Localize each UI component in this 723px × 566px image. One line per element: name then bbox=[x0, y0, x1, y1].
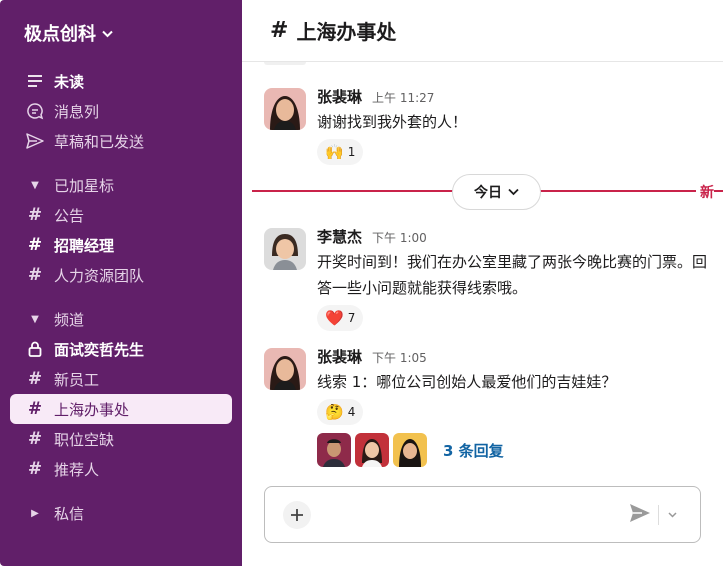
lock-icon bbox=[24, 341, 46, 357]
hash-icon: # bbox=[27, 235, 43, 255]
reaction-count: 4 bbox=[347, 405, 356, 419]
message-text: 线索 1：哪位公司创始人最爱他们的吉娃娃？ bbox=[317, 373, 617, 391]
hash-icon: # bbox=[27, 429, 43, 449]
timestamp[interactable]: 下午 1:00 bbox=[372, 229, 427, 246]
section-label: 已加星标 bbox=[54, 176, 115, 195]
workspace-name: 极点创科 bbox=[24, 24, 96, 45]
thinking-emoji-icon: 🤔 bbox=[325, 403, 344, 421]
hash-icon: # bbox=[27, 369, 43, 389]
sidebar-item-drafts[interactable]: 草稿和已发送 bbox=[10, 126, 232, 156]
reply-count-link[interactable]: 3 条回复 bbox=[443, 440, 504, 461]
caret-down-icon: ▼ bbox=[31, 313, 39, 325]
message-text: 开奖时间到！我们在办公室里藏了两张今晚比赛的门票。回答一些小问题就能获得线索哦。 bbox=[317, 253, 708, 297]
add-attachment-button[interactable] bbox=[283, 501, 311, 529]
sidebar-item-label: 草稿和已发送 bbox=[54, 132, 145, 151]
thread-replies[interactable]: 3 条回复 bbox=[317, 433, 712, 467]
caret-right-icon: ▶ bbox=[31, 507, 39, 519]
sidebar-item-hiring-managers[interactable]: # 招聘经理 bbox=[10, 230, 232, 260]
sidebar-item-interview[interactable]: 面试奕哲先生 bbox=[10, 334, 232, 364]
avatar[interactable] bbox=[264, 88, 306, 130]
scrolled-reaction-edge bbox=[264, 62, 306, 65]
avatar bbox=[393, 433, 427, 467]
reaction-count: 1 bbox=[347, 145, 356, 159]
chevron-down-icon bbox=[667, 512, 677, 518]
workspace-switcher[interactable]: 极点创科 bbox=[24, 18, 113, 48]
sender-name[interactable]: 张裴琳 bbox=[317, 346, 362, 367]
hash-icon: # bbox=[27, 459, 43, 479]
divider bbox=[658, 505, 659, 525]
avatar[interactable] bbox=[264, 228, 306, 270]
section-label: 私信 bbox=[54, 504, 85, 523]
plus-icon bbox=[290, 503, 304, 527]
chevron-down-icon bbox=[102, 27, 113, 41]
message-text: 谢谢找到我外套的人！ bbox=[317, 113, 468, 131]
sidebar-item-new-hires[interactable]: # 新员工 bbox=[10, 364, 232, 394]
caret-down-icon: ▼ bbox=[31, 179, 39, 191]
timestamp[interactable]: 下午 1:05 bbox=[372, 349, 427, 366]
avatar bbox=[317, 433, 351, 467]
sidebar-item-label: 消息列 bbox=[54, 102, 100, 121]
raised-hands-emoji-icon: 🙌 bbox=[325, 143, 344, 161]
sidebar-item-label: 新员工 bbox=[54, 370, 100, 389]
sidebar-item-hr-team[interactable]: # 人力资源团队 bbox=[10, 260, 232, 290]
sender-name[interactable]: 张裴琳 bbox=[317, 86, 362, 107]
sidebar-item-label: 上海办事处 bbox=[54, 400, 130, 419]
reaction-count: 7 bbox=[347, 311, 356, 325]
section-starred[interactable]: ▼ 已加星标 bbox=[10, 170, 232, 200]
channel-panel: # 上海办事处 张裴琳 上午 11:27 谢谢找到我外套的人！ 🙌 1 今日 新 bbox=[242, 0, 723, 566]
day-label: 今日 bbox=[474, 185, 502, 201]
hash-icon: # bbox=[27, 205, 43, 225]
threads-icon bbox=[24, 102, 46, 120]
sidebar-item-announcements[interactable]: # 公告 bbox=[10, 200, 232, 230]
hash-icon: # bbox=[270, 18, 289, 43]
sender-name[interactable]: 李慧杰 bbox=[317, 226, 362, 247]
reaction-pill[interactable]: ❤️ 7 bbox=[317, 305, 364, 331]
unread-icon bbox=[24, 74, 46, 88]
sidebar-item-referrals[interactable]: # 推荐人 bbox=[10, 454, 232, 484]
channel-header[interactable]: # 上海办事处 bbox=[242, 0, 723, 62]
heart-emoji-icon: ❤️ bbox=[325, 309, 344, 327]
hash-icon: # bbox=[27, 265, 43, 285]
sidebar-item-shanghai-office[interactable]: # 上海办事处 bbox=[10, 394, 232, 424]
send-icon bbox=[630, 504, 650, 522]
send-button[interactable] bbox=[629, 503, 653, 527]
sidebar-item-label: 面试奕哲先生 bbox=[54, 340, 145, 359]
timestamp[interactable]: 上午 11:27 bbox=[372, 89, 434, 106]
reaction-pill[interactable]: 🤔 4 bbox=[317, 399, 364, 425]
section-dms[interactable]: ▶ 私信 bbox=[10, 498, 232, 528]
section-label: 频道 bbox=[54, 310, 85, 329]
send-options-button[interactable] bbox=[664, 505, 680, 525]
sidebar-item-openings[interactable]: # 职位空缺 bbox=[10, 424, 232, 454]
new-label: 新 bbox=[696, 182, 714, 202]
day-jump-button[interactable]: 今日 bbox=[452, 174, 541, 210]
hash-icon: # bbox=[27, 399, 43, 419]
sidebar-item-label: 人力资源团队 bbox=[54, 266, 145, 285]
sidebar-item-unread[interactable]: 未读 bbox=[10, 66, 232, 96]
sidebar: 极点创科 未读 消息列 草稿和已发送 ▼ 已加星标 # 公告 # 招聘经理 # … bbox=[0, 0, 242, 566]
sidebar-item-label: 未读 bbox=[54, 72, 85, 91]
sidebar-item-label: 公告 bbox=[54, 206, 85, 225]
sidebar-item-threads[interactable]: 消息列 bbox=[10, 96, 232, 126]
channel-title: 上海办事处 bbox=[296, 20, 397, 44]
message-composer[interactable] bbox=[264, 486, 701, 543]
message-input[interactable] bbox=[325, 501, 615, 529]
chevron-down-icon bbox=[508, 184, 519, 200]
avatar bbox=[355, 433, 389, 467]
reaction-pill[interactable]: 🙌 1 bbox=[317, 139, 364, 165]
send-icon bbox=[24, 133, 46, 149]
sidebar-item-label: 推荐人 bbox=[54, 460, 100, 479]
sidebar-item-label: 职位空缺 bbox=[54, 430, 115, 449]
avatar[interactable] bbox=[264, 348, 306, 390]
section-channels[interactable]: ▼ 频道 bbox=[10, 304, 232, 334]
sidebar-item-label: 招聘经理 bbox=[54, 236, 115, 255]
